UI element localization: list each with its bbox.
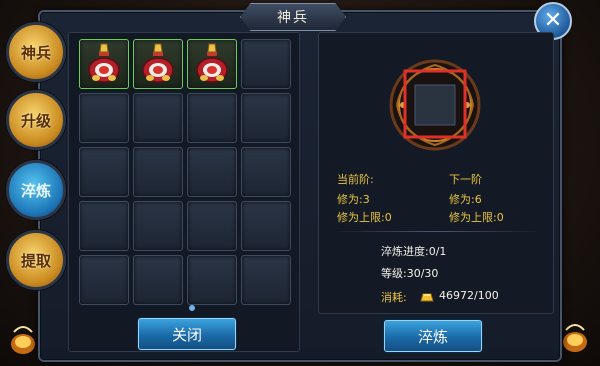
refine-button-label: 淬炼	[417, 327, 448, 346]
inventory-slot-empty[interactable]	[241, 201, 291, 251]
next-xiuwei-cap: 修为上限:0	[449, 211, 504, 224]
gold-ingot-icon	[419, 288, 435, 307]
page-indicator-dot	[189, 305, 195, 311]
current-xiuwei-cap: 修为上限:0	[337, 211, 392, 224]
inventory-slot-empty[interactable]	[79, 201, 129, 251]
next-tier-label: 下一阶	[449, 173, 482, 186]
current-tier-label: 当前阶:	[337, 173, 374, 186]
inventory-slot-empty[interactable]	[187, 201, 237, 251]
current-xiuwei: 修为:3	[337, 193, 370, 206]
inventory-slot-empty[interactable]	[133, 93, 183, 143]
inventory-slot-empty[interactable]	[79, 93, 129, 143]
window-title: 神兵	[240, 3, 346, 31]
tab-upgrade-label: 升级	[20, 111, 51, 130]
inventory-slot-empty[interactable]	[187, 147, 237, 197]
inventory-panel	[68, 32, 300, 352]
inventory-slot-empty[interactable]	[79, 255, 129, 305]
right-lantern-decoration	[560, 320, 590, 364]
cost-value: 46972/100	[439, 289, 499, 302]
tab-shenbing[interactable]: 神兵	[6, 22, 66, 82]
refine-progress: 淬炼进度:0/1	[381, 245, 447, 258]
inventory-slot-empty[interactable]	[241, 255, 291, 305]
inventory-slot-filled[interactable]	[133, 39, 183, 89]
next-xiuwei: 修为:6	[449, 193, 482, 206]
inventory-slot-empty[interactable]	[241, 147, 291, 197]
inventory-slot-empty[interactable]	[133, 147, 183, 197]
tab-refine[interactable]: 淬炼	[6, 160, 66, 220]
tab-shenbing-label: 神兵	[20, 43, 51, 62]
inventory-slot-filled[interactable]	[187, 39, 237, 89]
inventory-slot-empty[interactable]	[241, 39, 291, 89]
stats-divider	[331, 231, 541, 232]
tab-extract[interactable]: 提取	[6, 230, 66, 290]
inventory-slot-empty[interactable]	[133, 201, 183, 251]
refine-button[interactable]: 淬炼	[384, 320, 482, 352]
inventory-slot-empty[interactable]	[241, 93, 291, 143]
window-title-text: 神兵	[277, 10, 309, 26]
close-button-label: 关闭	[171, 325, 202, 344]
red-gourd-item-icon	[138, 42, 178, 90]
inventory-slot-empty[interactable]	[133, 255, 183, 305]
close-button[interactable]: 关闭	[138, 318, 236, 350]
cost-label: 消耗:	[381, 291, 407, 304]
tab-extract-label: 提取	[20, 251, 51, 270]
inventory-slot-empty[interactable]	[79, 147, 129, 197]
inventory-slot-empty[interactable]	[187, 255, 237, 305]
inventory-slot-empty[interactable]	[187, 93, 237, 143]
level-value: 等级:30/30	[381, 267, 439, 280]
tab-upgrade[interactable]: 升级	[6, 90, 66, 150]
left-lantern-decoration	[8, 322, 38, 366]
close-x-icon: ✕	[543, 8, 563, 33]
red-gourd-item-icon	[192, 42, 232, 90]
tab-refine-label: 淬炼	[20, 181, 51, 200]
red-gourd-item-icon	[84, 42, 124, 90]
detail-panel: 当前阶: 下一阶 修为:3 修为:6 修为上限:0 修为上限:0 淬炼进度:0/…	[318, 32, 554, 314]
inventory-slot-filled[interactable]	[79, 39, 129, 89]
weapon-slot-medallion	[383, 55, 487, 159]
inventory-grid	[79, 39, 291, 305]
